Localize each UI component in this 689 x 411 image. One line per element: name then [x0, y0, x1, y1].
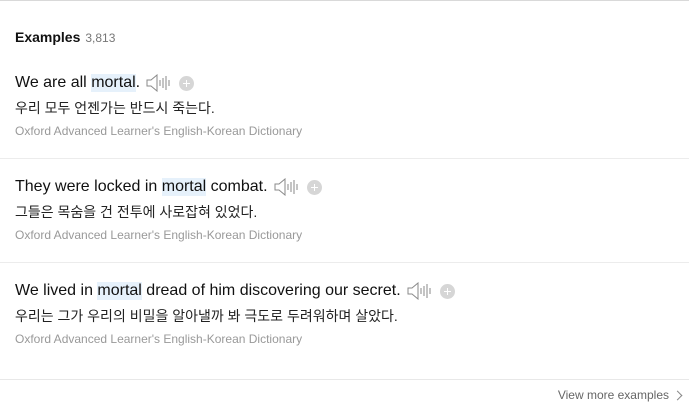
- example-item: We are all mortal . 우리 모두 언젠가는 반드시 죽는다. …: [0, 74, 689, 178]
- sentence-text-before: We are all: [15, 74, 92, 91]
- sentence-text-before: We lived in: [15, 282, 98, 299]
- examples-panel: Examples 3,813 We are all mortal . 우리 모두…: [0, 1, 689, 409]
- example-sentence: They were locked in mortal combat.: [15, 178, 322, 196]
- example-source: Oxford Advanced Learner's English-Korean…: [15, 124, 303, 138]
- example-source: Oxford Advanced Learner's English-Korean…: [15, 332, 303, 346]
- speaker-icon[interactable]: [407, 282, 431, 300]
- examples-count: 3,813: [85, 31, 116, 45]
- sentence-text-after: combat.: [206, 178, 268, 195]
- highlighted-word: mortal: [91, 74, 136, 92]
- example-sentence: We are all mortal .: [15, 74, 195, 92]
- add-to-wordbook-button[interactable]: [179, 75, 195, 91]
- example-sentence: We lived in mortal dread of him discover…: [15, 282, 455, 300]
- sentence-text-after: dread of him discovering our secret.: [141, 282, 401, 299]
- example-item: They were locked in mortal combat. 그들은 목…: [0, 178, 689, 282]
- examples-header: Examples 3,813: [15, 29, 115, 45]
- example-item: We lived in mortal dread of him discover…: [0, 282, 689, 386]
- speaker-icon[interactable]: [146, 74, 170, 92]
- view-more-label: View more examples: [557, 388, 669, 402]
- highlighted-word: mortal: [97, 282, 142, 300]
- sentence-text-before: They were locked in: [15, 178, 162, 195]
- example-source: Oxford Advanced Learner's English-Korean…: [15, 228, 303, 242]
- example-translation: 우리는 그가 우리의 비밀을 알아낼까 봐 극도로 두려워하며 살았다.: [15, 308, 398, 324]
- view-more-examples-link[interactable]: View more examples: [557, 388, 683, 402]
- speaker-icon[interactable]: [274, 178, 298, 196]
- chevron-right-icon: [672, 390, 683, 400]
- examples-footer: View more examples: [0, 379, 689, 411]
- examples-title: Examples: [15, 29, 81, 45]
- add-to-wordbook-button[interactable]: [439, 283, 455, 299]
- sentence-text-after: .: [135, 74, 141, 91]
- example-translation: 그들은 목숨을 건 전투에 사로잡혀 있었다.: [15, 204, 258, 220]
- divider: [0, 262, 689, 263]
- example-translation: 우리 모두 언젠가는 반드시 죽는다.: [15, 100, 215, 116]
- divider: [0, 158, 689, 159]
- highlighted-word: mortal: [161, 178, 207, 196]
- add-to-wordbook-button[interactable]: [306, 179, 322, 195]
